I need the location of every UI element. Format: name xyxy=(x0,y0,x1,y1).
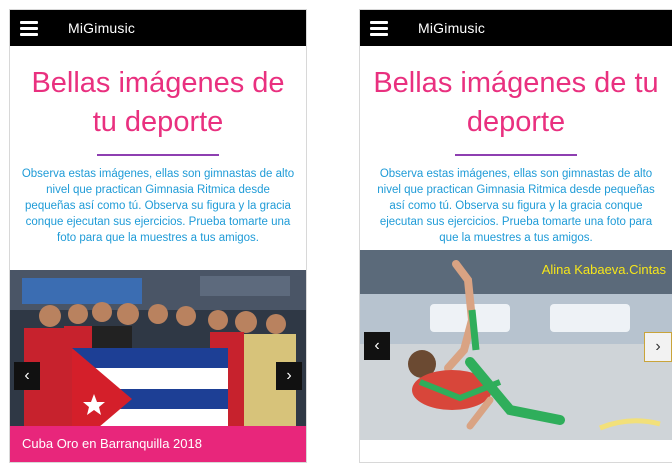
app-title: MiGimusic xyxy=(418,20,486,36)
slide-caption: Cuba Oro en Barranquilla 2018 xyxy=(10,426,306,462)
gymnast-ribbon-photo xyxy=(360,250,672,440)
chevron-left-icon: ‹ xyxy=(24,367,30,384)
slide-caption: Alina Kabaeva.Cintas xyxy=(541,262,666,277)
carousel-prev-button[interactable]: ‹ xyxy=(364,332,390,360)
intro-paragraph: Observa estas imágenes, ellas son gimnas… xyxy=(377,168,655,244)
page-title: Bellas imágenes de tu deporte xyxy=(373,67,659,138)
phone-screen-left: MiGimusic Bellas imágenes de tu deporte … xyxy=(10,10,306,462)
carousel-next-button[interactable]: › xyxy=(644,332,672,362)
chevron-right-icon: › xyxy=(655,338,661,355)
chevron-right-icon: › xyxy=(286,367,292,384)
image-carousel[interactable]: Alina Kabaeva.Cintas ‹ › xyxy=(360,250,672,440)
image-carousel[interactable]: ‹ › Cuba Oro en Barranquilla 2018 xyxy=(10,270,306,462)
title-divider xyxy=(97,154,219,156)
title-divider xyxy=(455,154,577,156)
app-bar: MiGimusic xyxy=(360,10,672,46)
hamburger-menu-icon[interactable] xyxy=(20,20,38,36)
phone-screen-right: MiGimusic Bellas imágenes de tu deporte … xyxy=(360,10,672,462)
chevron-left-icon: ‹ xyxy=(374,337,380,354)
carousel-next-button[interactable]: › xyxy=(276,362,302,390)
carousel-prev-button[interactable]: ‹ xyxy=(14,362,40,390)
intro-paragraph: Observa estas imágenes, ellas son gimnas… xyxy=(21,168,295,244)
app-bar: MiGimusic xyxy=(10,10,306,46)
app-title: MiGimusic xyxy=(68,20,136,36)
page-title: Bellas imágenes de tu deporte xyxy=(31,67,285,138)
hamburger-menu-icon[interactable] xyxy=(370,20,388,36)
